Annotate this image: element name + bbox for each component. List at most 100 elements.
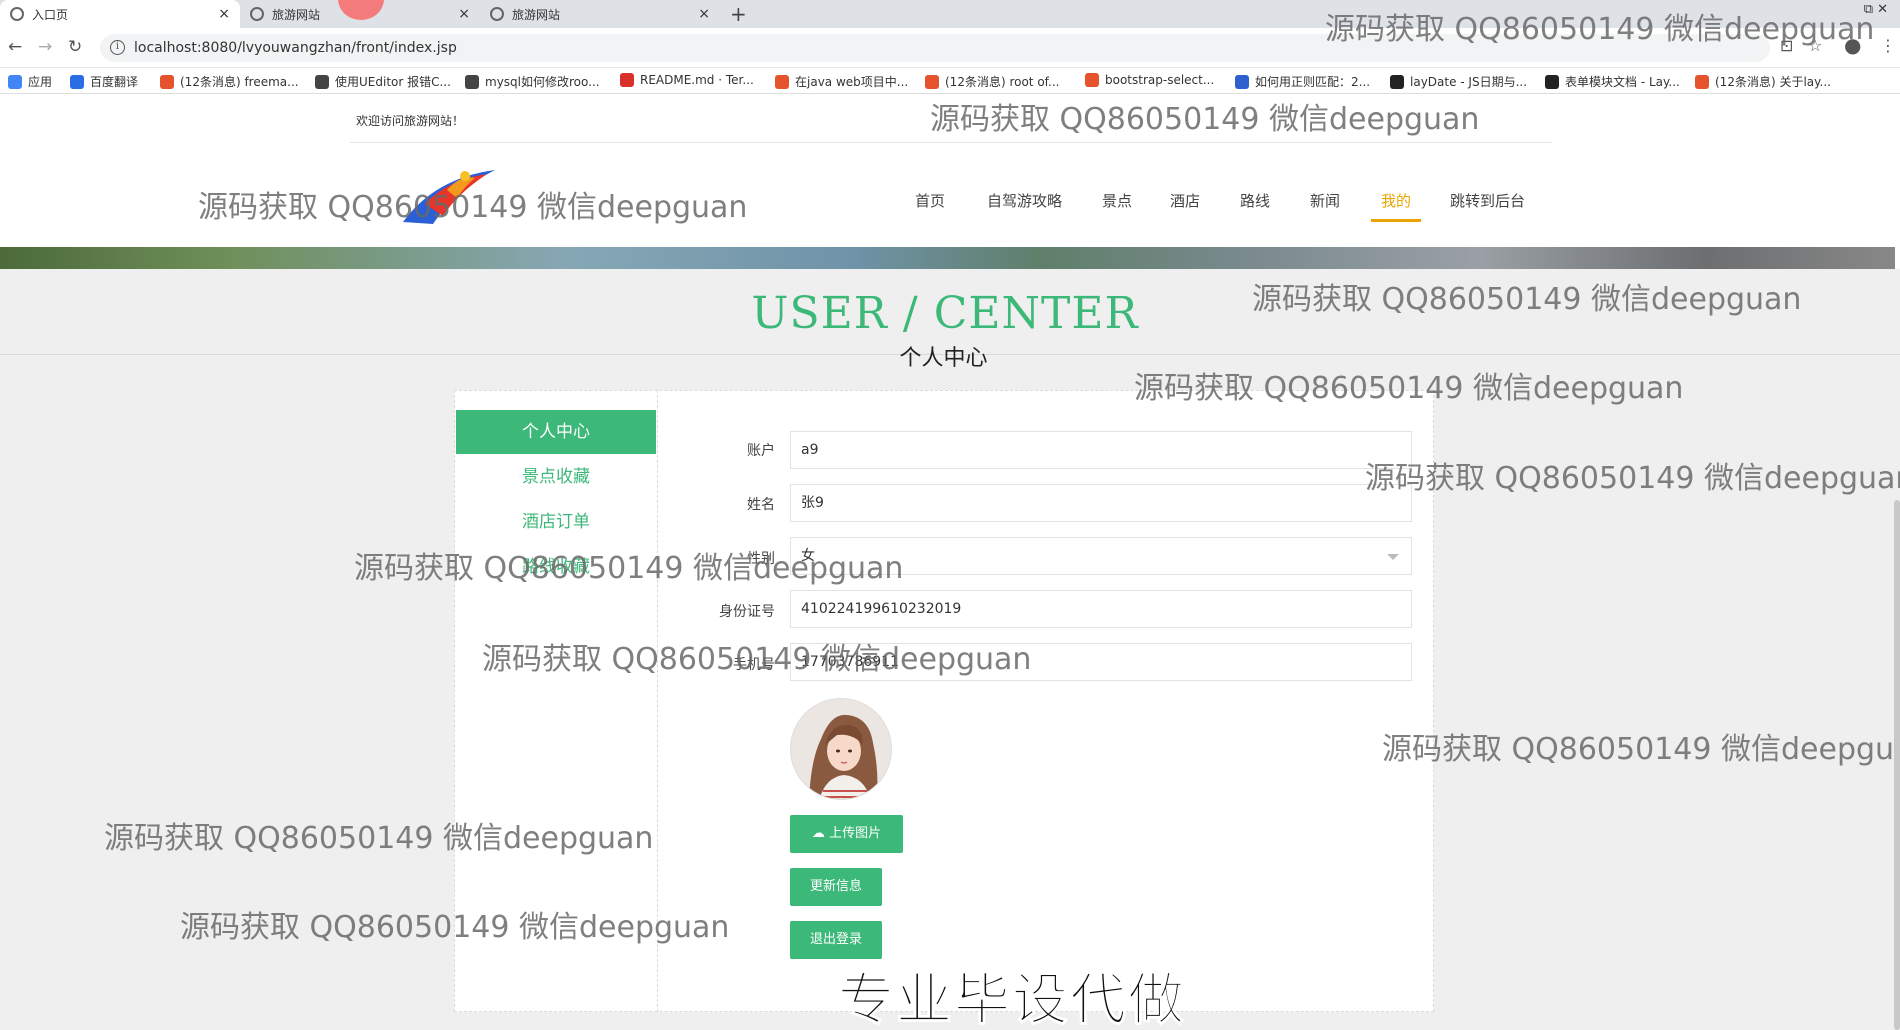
bookmark-label: (12条消息) freema... — [180, 75, 299, 89]
bookmark-item[interactable]: 应用 — [8, 73, 52, 90]
watermark: 源码获取 QQ86050149 微信deepguan — [198, 190, 748, 225]
bookmark-item[interactable]: layDate - JS日期与... — [1390, 73, 1527, 90]
site-icon — [250, 7, 264, 21]
name-label: 姓名 — [747, 497, 775, 513]
bookmark-label: 应用 — [28, 75, 53, 89]
watermark: 源码获取 QQ86050149 微信deepguan — [1252, 282, 1802, 317]
sidebar-item-personal-center[interactable]: 个人中心 — [456, 410, 656, 454]
upload-image-button[interactable]: ☁ 上传图片 — [790, 815, 903, 853]
bookmark-item[interactable]: 表单模块文档 - Lay... — [1545, 73, 1680, 90]
watermark: 源码获取 QQ86050149 微信deepguan — [354, 551, 904, 586]
bookmark-item[interactable]: (12条消息) 关于lay... — [1695, 73, 1831, 90]
bookmark-item[interactable]: 百度翻译 — [70, 73, 138, 90]
watermark: 源码获取 QQ86050149 微信deepguan — [1134, 371, 1684, 406]
reload-icon[interactable]: ↻ — [68, 37, 82, 57]
close-icon[interactable]: × — [698, 6, 710, 22]
globe-icon — [10, 7, 24, 21]
tab-entry[interactable]: 入口页 × — [0, 0, 240, 28]
logout-button[interactable]: 退出登录 — [790, 921, 882, 959]
bookmark-item[interactable]: 使用UEditor 报错C... — [315, 73, 451, 90]
nav-item[interactable]: 路线 — [1240, 190, 1270, 211]
tab-label: 入口页 — [32, 7, 69, 22]
bookmark-item[interactable]: README.md · Ter... — [620, 73, 754, 87]
sidebar-item-hotel-orders[interactable]: 酒店订单 — [456, 500, 656, 544]
bookmark-item[interactable]: (12条消息) root of... — [925, 73, 1059, 90]
bookmark-label: (12条消息) root of... — [945, 75, 1060, 89]
account-field[interactable]: a9 — [790, 431, 1412, 469]
upload-button-label: 上传图片 — [829, 826, 882, 841]
forward-arrow-icon[interactable]: → — [38, 37, 52, 57]
chevron-down-icon — [1387, 554, 1399, 560]
tab-label: 旅游网站 — [512, 7, 561, 22]
nav-item[interactable]: 景点 — [1102, 190, 1132, 211]
welcome-text: 欢迎访问旅游网站！ — [356, 114, 465, 128]
bookmark-label: 表单模块文档 - Lay... — [1565, 75, 1680, 89]
avatar-portrait-icon — [791, 699, 891, 799]
page-scrollbar[interactable] — [1894, 500, 1900, 1030]
bookmark-favicon-icon — [775, 74, 789, 89]
bookmark-item[interactable]: bootstrap-select... — [1085, 73, 1214, 87]
bookmark-favicon-icon — [8, 74, 22, 89]
avatar — [790, 698, 892, 800]
bookmark-favicon-icon — [315, 74, 329, 89]
bookmark-favicon-icon — [1085, 73, 1099, 87]
watermark: 源码获取 QQ86050149 微信deepguan — [180, 910, 730, 945]
close-icon[interactable]: × — [458, 6, 470, 22]
id-number-label: 身份证号 — [719, 604, 775, 620]
bookmark-label: (12条消息) 关于lay... — [1715, 75, 1831, 89]
watermark: 源码获取 QQ86050149 微信deepguan — [1325, 12, 1875, 47]
divider — [350, 142, 1552, 143]
site-icon — [490, 7, 504, 21]
account-label: 账户 — [747, 443, 775, 459]
cloud-upload-icon: ☁ — [811, 826, 830, 841]
bookmark-label: README.md · Ter... — [640, 73, 754, 87]
bookmark-favicon-icon — [1390, 74, 1404, 89]
bookmark-label: 使用UEditor 报错C... — [335, 75, 451, 89]
info-icon[interactable]: i — [110, 40, 125, 55]
browser-window: 入口页 × 旅游网站 × 旅游网站 × + ⧉ ✕ ← → ↻ i localh… — [0, 0, 1900, 1030]
name-field[interactable]: 张9 — [790, 484, 1412, 522]
watermark: 源码获取 QQ86050149 微信deepguan — [930, 102, 1480, 137]
watermark: 源码获取 QQ86050149 微信deepgua — [1382, 732, 1900, 767]
bookmark-favicon-icon — [1695, 74, 1709, 89]
close-icon[interactable]: × — [218, 6, 230, 22]
nav-item[interactable]: 我的 — [1381, 190, 1411, 211]
id-number-field[interactable]: 410224199610232019 — [790, 590, 1412, 628]
nav-item[interactable]: 跳转到后台 — [1450, 190, 1525, 211]
watermark: 源码获取 QQ86050149 微信deepguan — [104, 821, 654, 856]
bookmark-label: layDate - JS日期与... — [1410, 75, 1528, 89]
menu-icon[interactable]: ⋮ — [1880, 36, 1896, 55]
bookmark-item[interactable]: mysql如何修改roo... — [465, 73, 600, 90]
bookmark-item[interactable]: (12条消息) freema... — [160, 73, 299, 90]
bookmark-label: 如何用正则匹配：2... — [1255, 75, 1371, 89]
back-arrow-icon[interactable]: ← — [8, 37, 22, 57]
watermark: 源码获取 QQ86050149 微信deepguan — [482, 642, 1032, 677]
bookmark-label: mysql如何修改roo... — [485, 75, 600, 89]
bookmark-label: 在java web项目中... — [795, 75, 909, 89]
promo-stamp: 专业毕设代做 — [838, 968, 1186, 1030]
bookmark-favicon-icon — [1545, 74, 1559, 89]
sidebar-item-attraction-favorites[interactable]: 景点收藏 — [456, 455, 656, 499]
bookmark-label: bootstrap-select... — [1105, 73, 1215, 87]
bookmark-favicon-icon — [160, 74, 174, 89]
bookmarks-bar: 应用 百度翻译 (12条消息) freema... 使用UEditor 报错C... m… — [0, 68, 1900, 94]
nav-item[interactable]: 自驾游攻略 — [987, 190, 1062, 211]
update-info-button[interactable]: 更新信息 — [790, 868, 882, 906]
bookmark-favicon-icon — [925, 74, 939, 89]
watermark: 源码获取 QQ86050149 微信deepguan — [1365, 461, 1900, 496]
url-text: localhost:8080/lvyouwangzhan/front/index… — [134, 40, 457, 56]
bookmark-favicon-icon — [620, 73, 634, 87]
nav-item[interactable]: 首页 — [915, 190, 945, 211]
bookmark-item[interactable]: 在java web项目中... — [775, 73, 908, 90]
bookmark-item[interactable]: 如何用正则匹配：2... — [1235, 73, 1370, 90]
tab-travel-2[interactable]: 旅游网站 × — [480, 0, 720, 28]
bookmark-favicon-icon — [465, 74, 479, 89]
active-nav-indicator — [1371, 219, 1421, 222]
bookmark-favicon-icon — [70, 74, 84, 89]
nav-item[interactable]: 新闻 — [1310, 190, 1340, 211]
banner-image — [0, 247, 1895, 269]
bookmark-favicon-icon — [1235, 74, 1249, 89]
new-tab-button[interactable]: + — [730, 2, 747, 26]
nav-item[interactable]: 酒店 — [1170, 190, 1200, 211]
bookmark-label: 百度翻译 — [90, 75, 139, 89]
